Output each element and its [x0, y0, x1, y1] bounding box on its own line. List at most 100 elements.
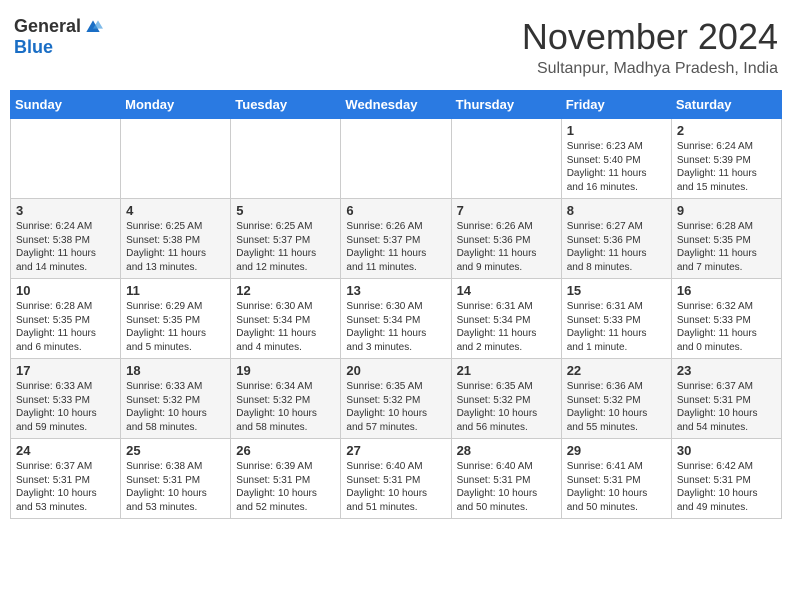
day-cell: 18Sunrise: 6:33 AMSunset: 5:32 PMDayligh… [121, 359, 231, 439]
sunset-info: Sunset: 5:31 PM [236, 475, 310, 486]
day-number: 29 [567, 443, 666, 458]
day-cell: 29Sunrise: 6:41 AMSunset: 5:31 PMDayligh… [561, 439, 671, 519]
day-number: 2 [677, 123, 776, 138]
day-cell: 28Sunrise: 6:40 AMSunset: 5:31 PMDayligh… [451, 439, 561, 519]
day-number: 7 [457, 203, 556, 218]
sunset-info: Sunset: 5:38 PM [16, 235, 90, 246]
day-cell [341, 119, 451, 199]
sunrise-info: Sunrise: 6:23 AM [567, 141, 643, 152]
sunrise-info: Sunrise: 6:33 AM [16, 381, 92, 392]
sunrise-info: Sunrise: 6:40 AM [346, 461, 422, 472]
calendar-table: SundayMondayTuesdayWednesdayThursdayFrid… [10, 90, 782, 519]
sunrise-info: Sunrise: 6:38 AM [126, 461, 202, 472]
day-cell: 30Sunrise: 6:42 AMSunset: 5:31 PMDayligh… [671, 439, 781, 519]
sunrise-info: Sunrise: 6:28 AM [16, 301, 92, 312]
sunrise-info: Sunrise: 6:25 AM [126, 221, 202, 232]
day-number: 9 [677, 203, 776, 218]
daylight-hours: Daylight: 11 hours and 4 minutes. [236, 328, 316, 353]
sunrise-info: Sunrise: 6:33 AM [126, 381, 202, 392]
header-day: Saturday [671, 91, 781, 119]
daylight-hours: Daylight: 10 hours and 50 minutes. [457, 488, 538, 513]
day-number: 10 [16, 283, 115, 298]
sunset-info: Sunset: 5:34 PM [346, 315, 420, 326]
sunrise-info: Sunrise: 6:37 AM [16, 461, 92, 472]
title-area: November 2024 Sultanpur, Madhya Pradesh,… [522, 16, 778, 78]
sunrise-info: Sunrise: 6:26 AM [346, 221, 422, 232]
day-number: 23 [677, 363, 776, 378]
day-number: 22 [567, 363, 666, 378]
day-number: 17 [16, 363, 115, 378]
day-number: 27 [346, 443, 445, 458]
sunrise-info: Sunrise: 6:25 AM [236, 221, 312, 232]
day-cell: 25Sunrise: 6:38 AMSunset: 5:31 PMDayligh… [121, 439, 231, 519]
daylight-hours: Daylight: 11 hours and 14 minutes. [16, 248, 96, 273]
day-info: Sunrise: 6:30 AMSunset: 5:34 PMDaylight:… [236, 300, 335, 354]
day-number: 8 [567, 203, 666, 218]
day-info: Sunrise: 6:27 AMSunset: 5:36 PMDaylight:… [567, 220, 666, 274]
week-row: 24Sunrise: 6:37 AMSunset: 5:31 PMDayligh… [11, 439, 782, 519]
day-number: 15 [567, 283, 666, 298]
sunset-info: Sunset: 5:35 PM [126, 315, 200, 326]
day-cell [11, 119, 121, 199]
sunset-info: Sunset: 5:31 PM [677, 475, 751, 486]
day-info: Sunrise: 6:42 AM Sunset: 5:31 PM Daylight:… [677, 460, 776, 514]
day-number: 4 [126, 203, 225, 218]
sunrise-info: Sunrise: 6:36 AM [567, 381, 643, 392]
day-cell: 1Sunrise: 6:23 AMSunset: 5:40 PMDaylight… [561, 119, 671, 199]
sunset-info: Sunset: 5:38 PM [126, 235, 200, 246]
week-row: 17 Sunrise: 6:33 AM Sunset: 5:33 PM Dayligh… [11, 359, 782, 439]
day-info: Sunrise: 6:39 AMSunset: 5:31 PMDaylight:… [236, 460, 335, 514]
day-info: Sunrise: 6:31 AMSunset: 5:33 PMDaylight:… [567, 300, 666, 354]
day-cell: 7Sunrise: 6:26 AMSunset: 5:36 PMDaylight… [451, 199, 561, 279]
day-info: Sunrise: 6:35 AMSunset: 5:32 PMDaylight:… [457, 380, 556, 434]
day-info: Sunrise: 6:24 AMSunset: 5:39 PMDaylight:… [677, 140, 776, 194]
day-number: 12 [236, 283, 335, 298]
header-day: Sunday [11, 91, 121, 119]
logo-blue: Blue [14, 37, 53, 58]
daylight-hours: Daylight: 11 hours and 13 minutes. [126, 248, 206, 273]
sunrise-info: Sunrise: 6:31 AM [567, 301, 643, 312]
day-cell: 12 Sunrise: 6:30 AMSunset: 5:34 PMDayligh… [231, 279, 341, 359]
sunset-info: Sunset: 5:31 PM [16, 475, 90, 486]
daylight-hours: Daylight: 11 hours and 15 minutes. [677, 168, 757, 193]
day-number: 28 [457, 443, 556, 458]
daylight-hours: Daylight: 11 hours and 7 minutes. [677, 248, 757, 273]
day-number: 26 [236, 443, 335, 458]
day-number: 16 [677, 283, 776, 298]
day-cell: 3Sunrise: 6:24 AMSunset: 5:38 PMDaylight… [11, 199, 121, 279]
day-cell: 19Sunrise: 6:34 AMSunset: 5:32 PMDayligh… [231, 359, 341, 439]
day-cell: 17 Sunrise: 6:33 AM Sunset: 5:33 PM Dayligh… [11, 359, 121, 439]
day-info: Sunrise: 6:40 AMSunset: 5:31 PMDaylight:… [346, 460, 445, 514]
daylight-hours: Daylight: 10 hours and 53 minutes. [16, 488, 97, 513]
day-number: 14 [457, 283, 556, 298]
day-cell: 13Sunrise: 6:30 AMSunset: 5:34 PMDayligh… [341, 279, 451, 359]
day-cell: 11Sunrise: 6:29 AMSunset: 5:35 PMDayligh… [121, 279, 231, 359]
daylight-hours: Daylight: 11 hours and 3 minutes. [346, 328, 426, 353]
sunrise-info: Sunrise: 6:28 AM [677, 221, 753, 232]
sunset-info: Sunset: 5:34 PM [457, 315, 531, 326]
sunrise-info: Sunrise: 6:32 AM [677, 301, 753, 312]
day-info: Sunrise: 6:25 AMSunset: 5:37 PMDaylight:… [236, 220, 335, 274]
sunset-info: Sunset: 5:33 PM [16, 395, 90, 406]
daylight-hours: Daylight: 10 hours and 56 minutes. [457, 408, 538, 433]
daylight-hours: Daylight: 11 hours and 11 minutes. [346, 248, 426, 273]
daylight-hours: Daylight: 10 hours and 50 minutes. [567, 488, 648, 513]
daylight-hours: Daylight: 10 hours and 54 minutes. [677, 408, 758, 433]
sunrise-info: Sunrise: 6:26 AM [457, 221, 533, 232]
daylight-hours: Daylight: 10 hours and 52 minutes. [236, 488, 317, 513]
logo-general: General [14, 16, 81, 37]
daylight-hours: Daylight: 10 hours and 59 minutes. [16, 408, 97, 433]
sunset-info: Sunset: 5:31 PM [567, 475, 641, 486]
day-cell [231, 119, 341, 199]
sunset-info: Sunset: 5:36 PM [457, 235, 531, 246]
header-day: Thursday [451, 91, 561, 119]
daylight-hours: Daylight: 10 hours and 55 minutes. [567, 408, 648, 433]
day-cell: 23Sunrise: 6:37 AMSunset: 5:31 PMDayligh… [671, 359, 781, 439]
day-info: Sunrise: 6:30 AMSunset: 5:34 PMDaylight:… [346, 300, 445, 354]
sunrise-info: Sunrise: 6:42 AM [677, 461, 753, 472]
sunrise-info: Sunrise: 6:24 AM [16, 221, 92, 232]
daylight-hours: Daylight: 10 hours and 49 minutes. [677, 488, 758, 513]
day-info: Sunrise: 6:33 AMSunset: 5:32 PMDaylight:… [126, 380, 225, 434]
day-info: Sunrise: 6:24 AM Sunset: 5:38 PM Daylight:… [16, 220, 115, 274]
day-number: 19 [236, 363, 335, 378]
